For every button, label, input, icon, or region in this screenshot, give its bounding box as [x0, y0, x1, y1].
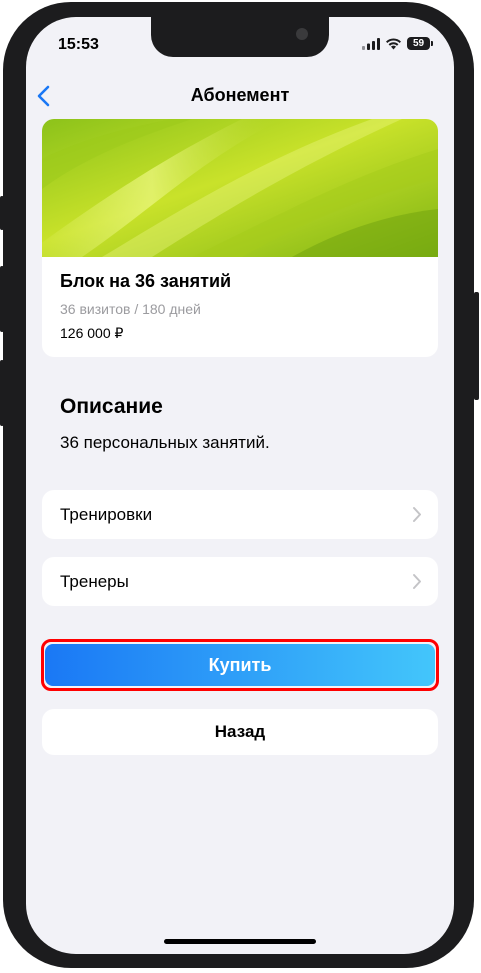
buy-button[interactable]: Купить	[45, 644, 435, 686]
row-trainers-label: Тренеры	[60, 572, 129, 591]
row-trainings[interactable]: Тренировки	[42, 490, 438, 539]
side-button-volume-down	[0, 360, 4, 426]
notch	[151, 17, 329, 57]
side-button-volume-up	[0, 266, 4, 332]
chevron-right-icon	[413, 507, 421, 522]
description-text: 36 персональных занятий.	[60, 433, 270, 452]
status-icons: 59	[362, 37, 433, 50]
membership-title: Блок на 36 занятий	[60, 271, 232, 291]
membership-subtitle: 36 визитов / 180 дней	[60, 301, 201, 317]
back-button[interactable]: Назад	[42, 709, 438, 755]
row-trainers[interactable]: Тренеры	[42, 557, 438, 606]
battery-icon: 59	[407, 37, 433, 50]
row-trainings-label: Тренировки	[60, 505, 153, 524]
home-indicator	[164, 939, 316, 944]
side-button-mute	[0, 196, 4, 230]
status-time: 15:53	[58, 36, 99, 53]
camera-icon	[296, 28, 308, 40]
screen: 15:53 59 Абонемент Блок на 36 занятий 36…	[26, 17, 454, 954]
membership-image	[42, 119, 438, 257]
description-heading: Описание	[60, 395, 163, 418]
membership-card[interactable]: Блок на 36 занятий 36 визитов / 180 дней…	[42, 119, 438, 357]
chevron-right-icon	[413, 574, 421, 589]
wifi-icon	[386, 37, 401, 49]
side-button-power	[474, 292, 479, 400]
membership-price: 126 000 ₽	[60, 325, 124, 341]
page-title: Абонемент	[190, 85, 290, 105]
nav-bar: Абонемент	[26, 81, 454, 111]
cellular-signal-icon	[362, 37, 380, 50]
